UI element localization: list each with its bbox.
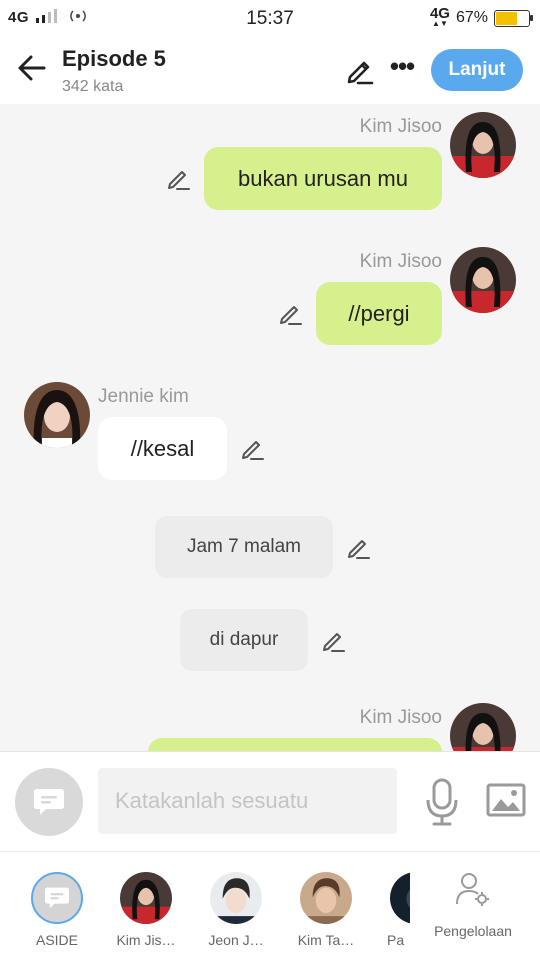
chat-bubble-icon (34, 789, 64, 815)
avatar (300, 872, 352, 924)
edit-message-button[interactable] (278, 301, 304, 327)
manage-label: Pengelolaan (434, 923, 512, 939)
pencil-icon (280, 306, 302, 325)
image-icon (486, 783, 526, 817)
pencil-icon (323, 633, 345, 652)
pencil-icon (242, 441, 264, 460)
edit-title-button[interactable] (344, 54, 376, 86)
message-bubble[interactable]: bukan urusan mu (204, 147, 442, 210)
aside-toggle-button[interactable] (15, 768, 83, 836)
edit-message-button[interactable] (346, 535, 372, 561)
edit-message-button[interactable] (240, 436, 266, 462)
message-bubble[interactable]: //pergi (316, 282, 442, 345)
chat-area[interactable]: Kim Jisoo bukan urusan mu Kim Jisoo //pe… (0, 104, 540, 751)
back-button[interactable] (14, 50, 50, 86)
next-button[interactable]: Lanjut (431, 49, 523, 91)
narration-bubble[interactable]: Jam 7 malam (155, 516, 333, 578)
manage-user-icon (456, 873, 489, 906)
character-label: Kim Ta… (297, 932, 355, 948)
more-options-button[interactable]: ••• (386, 52, 418, 84)
edit-message-button[interactable] (321, 628, 347, 654)
battery-percent: 67% (455, 9, 488, 26)
input-bar (0, 751, 540, 851)
avatar-kim-jisoo[interactable] (450, 112, 516, 178)
narration-bubble[interactable]: di dapur (180, 609, 308, 671)
pencil-icon (347, 61, 374, 85)
word-count: 342 kata (62, 78, 124, 95)
message-bubble[interactable]: //kesal (98, 417, 227, 480)
pencil-icon (168, 171, 190, 190)
character-kim-jisoo[interactable]: Kim Jis… (111, 872, 181, 948)
character-jeon-j[interactable]: Jeon J… (201, 872, 271, 948)
sender-name: Kim Jisoo (359, 707, 442, 728)
avatar-kim-jisoo[interactable] (450, 703, 516, 751)
pencil-icon (348, 540, 370, 559)
character-label: Jeon J… (208, 932, 264, 948)
avatar (210, 872, 262, 924)
character-label: Kim Jis… (116, 932, 176, 948)
message-input[interactable] (98, 768, 397, 834)
image-upload-button[interactable] (486, 782, 526, 818)
avatar (390, 872, 410, 924)
battery-icon (494, 9, 533, 27)
avatar (120, 872, 172, 924)
back-arrow-icon (18, 55, 46, 81)
character-label: Pa (387, 932, 405, 948)
manage-characters-button[interactable]: Pengelolaan (430, 872, 516, 939)
character-aside[interactable]: ASIDE (22, 872, 92, 948)
edit-message-button[interactable] (166, 166, 192, 192)
voice-input-button[interactable] (424, 778, 460, 826)
message-bubble[interactable] (148, 738, 442, 751)
episode-title: Episode 5 (62, 46, 166, 71)
sender-name: Kim Jisoo (359, 251, 442, 272)
mic-icon (426, 778, 458, 826)
character-label: ASIDE (35, 932, 78, 948)
character-kim-ta[interactable]: Kim Ta… (291, 872, 361, 948)
more-icon: ••• (389, 51, 415, 81)
sender-name: Kim Jisoo (359, 116, 442, 137)
chat-bubble-icon (45, 887, 69, 909)
episode-header: Episode 5 342 kata ••• Lanjut (0, 36, 540, 104)
status-bar: 4G 15:37 4G ▲▼ 67% (0, 0, 540, 36)
avatar-jennie-kim[interactable] (24, 382, 90, 448)
sender-name: Jennie kim (98, 386, 189, 407)
aside-avatar (31, 872, 83, 924)
character-pa[interactable]: Pa (380, 872, 410, 948)
network-type-right: 4G ▲▼ (429, 5, 450, 28)
avatar-kim-jisoo[interactable] (450, 247, 516, 313)
character-bar: ASIDE Kim Jis… Jeon J… Kim Ta… Pa Pengel… (0, 851, 540, 960)
